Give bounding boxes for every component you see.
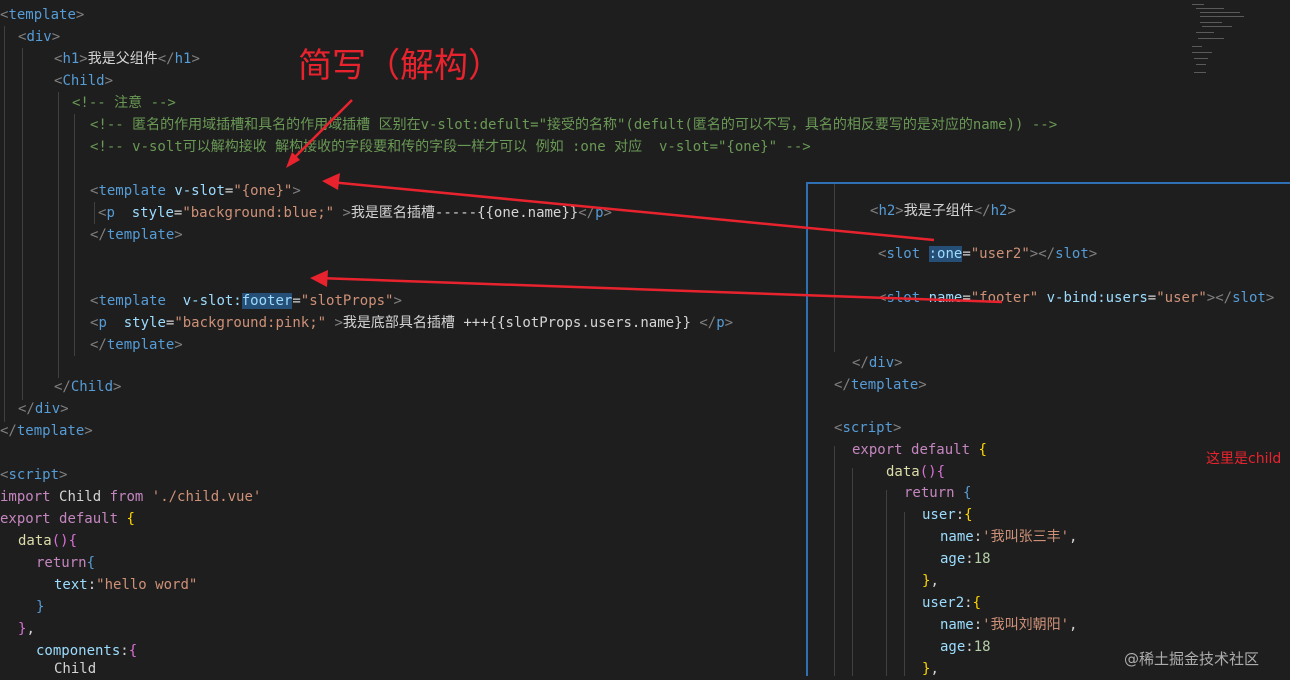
- code-line: <slot :one="user2"></slot>: [878, 246, 1098, 262]
- code-line: age:18: [940, 639, 991, 655]
- arrow-head: [322, 173, 340, 190]
- code-line: name:'我叫刘朝阳',: [940, 617, 1078, 633]
- code-line: <script>: [0, 467, 68, 483]
- code-line: data(){: [18, 533, 78, 549]
- code-line: import Child from './child.vue': [0, 489, 262, 505]
- code-line: <template v-slot:footer="slotProps">: [90, 293, 402, 309]
- code-line: <h2>我是子组件</h2>: [870, 203, 1016, 219]
- code-line: return{: [36, 555, 96, 571]
- indent-guide: [4, 26, 5, 422]
- code-line: <!-- 注意 -->: [72, 95, 176, 111]
- code-line: <template v-slot="{one}">: [90, 183, 301, 199]
- indent-guide: [904, 512, 905, 676]
- code-line: user:{: [922, 507, 973, 523]
- code-line: </template>: [834, 377, 927, 393]
- code-line: <p style="background:blue;" >我是匿名插槽-----…: [98, 205, 612, 221]
- code-line: name:'我叫张三丰',: [940, 529, 1078, 545]
- indent-guide: [852, 468, 853, 676]
- code-line: text:"hello word": [54, 577, 198, 593]
- code-line: },: [18, 621, 35, 637]
- indent-guide: [834, 446, 835, 676]
- indent-guide: [58, 92, 59, 378]
- code-line: </template>: [90, 337, 183, 353]
- code-line: return {: [904, 485, 972, 501]
- annotation-title: 简写（解构）: [298, 46, 502, 86]
- indent-guide: [886, 490, 887, 676]
- code-line: <div>: [18, 29, 61, 45]
- indent-guide: [94, 202, 95, 224]
- code-line: <slot name="footer" v-bind:users="user">…: [878, 290, 1275, 306]
- code-line: </template>: [90, 227, 183, 243]
- code-line: <h1>我是父组件</h1>: [54, 51, 200, 67]
- code-line: <Child>: [54, 73, 114, 89]
- child-side-note: 这里是child: [1206, 451, 1282, 467]
- watermark: @稀土掘金技术社区: [1124, 650, 1260, 668]
- arrow-head: [310, 270, 328, 287]
- code-line: },: [922, 661, 939, 676]
- minimap[interactable]: [1190, 2, 1250, 82]
- code-line: </div>: [18, 401, 69, 417]
- code-line: data(){: [886, 464, 946, 480]
- indent-guide: [74, 114, 75, 356]
- code-line: age:18: [940, 551, 991, 567]
- code-line: </Child>: [54, 379, 122, 395]
- code-editor[interactable]: <template> <div> <h1>我是父组件</h1> <Child> …: [0, 0, 1290, 677]
- code-line: },: [922, 573, 939, 589]
- code-line: <template>: [0, 7, 85, 23]
- indent-guide: [22, 48, 23, 400]
- child-component-pane[interactable]: <h2>我是子组件</h2> <slot :one="user2"></slot…: [806, 182, 1290, 676]
- code-line: user2:{: [922, 595, 982, 611]
- selection-highlight: footer: [241, 293, 293, 309]
- code-line: <!-- v-solt可以解构接收 解构接收的字段要和传的字段一样才可以 例如 …: [90, 139, 811, 155]
- indent-guide: [834, 184, 835, 352]
- code-line: Child: [54, 661, 97, 677]
- code-line: <script>: [834, 420, 902, 436]
- code-line: export default {: [852, 442, 987, 458]
- code-line: </template>: [0, 423, 93, 439]
- selection-highlight: :one: [928, 246, 963, 262]
- code-line: </div>: [852, 355, 903, 371]
- code-line: <!-- 匿名的作用域插槽和具名的作用域插槽 区别在v-slot:defult=…: [90, 117, 1058, 133]
- code-line: <p style="background:pink;" >我是底部具名插槽 ++…: [90, 315, 734, 331]
- code-line: }: [36, 599, 45, 615]
- code-line: export default {: [0, 511, 135, 527]
